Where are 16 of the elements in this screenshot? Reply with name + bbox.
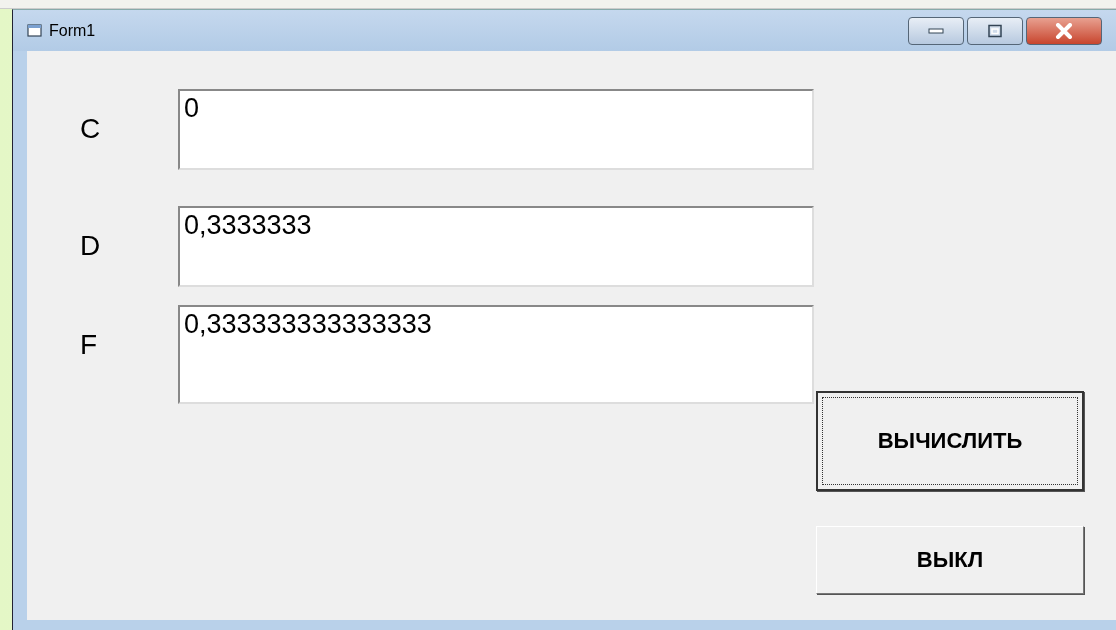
field-label: C <box>79 113 102 145</box>
minimize-icon <box>928 27 944 34</box>
close-button[interactable] <box>1026 16 1102 45</box>
text-field[interactable]: 0,3333333 <box>178 206 814 287</box>
minimize-button[interactable] <box>908 16 964 45</box>
text-field[interactable]: 0,333333333333333 <box>178 305 814 404</box>
maximize-button[interactable] <box>967 16 1023 45</box>
window-title: Form1 <box>49 21 96 40</box>
form-button[interactable]: ВЫКЛ <box>816 526 1084 594</box>
form-icon <box>27 23 43 38</box>
field-label: D <box>79 230 102 262</box>
text-field[interactable]: 0 <box>178 89 814 170</box>
field-label: F <box>79 329 99 361</box>
close-icon <box>1054 22 1074 39</box>
maximize-icon <box>987 23 1003 38</box>
form-button[interactable]: ВЫЧИСЛИТЬ <box>816 391 1084 491</box>
